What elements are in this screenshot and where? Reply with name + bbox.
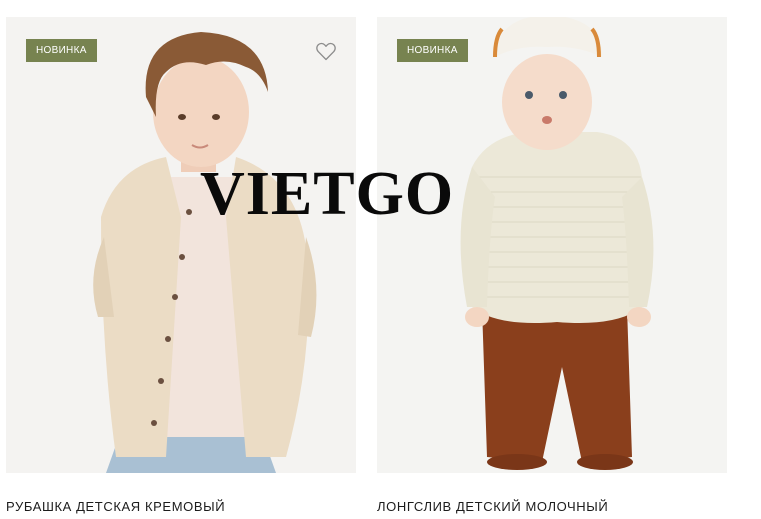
product-image[interactable]: НОВИНКА	[377, 17, 727, 473]
product-image[interactable]: НОВИНКА	[6, 17, 356, 473]
boy-in-cream-shirt-image	[6, 17, 356, 473]
product-grid: НОВИНКА РУБАШКА ДЕТСКАЯ КРЕМОВЫЙ НОВИНКА…	[0, 0, 761, 519]
product-card[interactable]: НОВИНКА РУБАШКА ДЕТСКАЯ КРЕМОВЫЙ	[6, 17, 356, 514]
heart-outline-icon[interactable]	[314, 39, 338, 63]
product-card[interactable]: НОВИНКА ЛОНГСЛИВ ДЕТСКИЙ МОЛОЧНЫЙ	[377, 17, 727, 514]
new-badge: НОВИНКА	[26, 39, 97, 62]
new-badge: НОВИНКА	[397, 39, 468, 62]
toddler-in-striped-longsleeve-image	[377, 17, 727, 473]
product-title[interactable]: РУБАШКА ДЕТСКАЯ КРЕМОВЫЙ	[6, 499, 225, 514]
product-title[interactable]: ЛОНГСЛИВ ДЕТСКИЙ МОЛОЧНЫЙ	[377, 499, 608, 514]
